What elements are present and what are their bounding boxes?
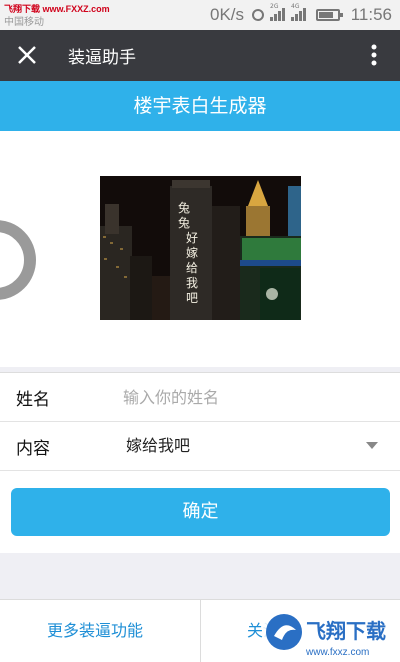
tower-text-char: 兔	[178, 215, 190, 230]
signal-tag: 2G	[270, 3, 279, 10]
tower-text-char: 给	[186, 261, 198, 275]
signal-tag: 4G	[291, 3, 300, 10]
more-menu-button[interactable]	[362, 38, 386, 72]
more-vertical-icon	[371, 44, 377, 66]
confirm-button[interactable]: 确定	[11, 488, 390, 536]
status-bar: 飞翔下载 www.FXXZ.com 中国移动 0K/s 2G 4G 11:56	[0, 0, 400, 30]
page-banner: 楼宇表白生成器	[0, 81, 400, 131]
content-row[interactable]: 内容 嫁给我吧	[0, 422, 400, 471]
tower-text-char: 我	[186, 276, 198, 290]
close-icon	[18, 46, 36, 64]
building-confession-preview-image: 兔兔好嫁给我吧	[100, 176, 301, 320]
alarm-icon	[252, 9, 264, 21]
close-button[interactable]	[10, 38, 44, 72]
tower-text-char: 兔	[178, 200, 190, 215]
watermark-logo-text: 飞翔下载	[306, 619, 386, 643]
tower-text-char: 嫁	[186, 245, 198, 260]
name-label: 姓名	[16, 390, 50, 410]
network-speed: 0K/s	[210, 5, 245, 24]
clock: 11:56	[350, 5, 392, 24]
confession-form: 姓名 内容 嫁给我吧 确定	[0, 372, 400, 553]
carrier-name: 中国移动	[4, 17, 44, 28]
status-icons: 2G 4G	[252, 3, 343, 21]
banner-title: 楼宇表白生成器	[133, 95, 267, 117]
site-watermark-logo: 飞翔下载 www.fxxz.com	[264, 608, 400, 661]
content-select[interactable]: 嫁给我吧	[126, 431, 366, 461]
tower-text-char: 吧	[186, 291, 198, 305]
signal-icon: 2G	[270, 3, 285, 21]
divider	[200, 600, 201, 662]
name-input[interactable]	[123, 382, 363, 412]
tower-text-char: 好	[186, 231, 198, 245]
content-label: 内容	[16, 439, 50, 459]
preview-area: 兔兔好嫁给我吧	[0, 131, 400, 367]
signal-icon: 4G	[291, 3, 306, 21]
app-title: 装逼助手	[68, 48, 136, 68]
side-ring-decoration	[0, 220, 36, 300]
watermark-logo-url: www.fxxz.com	[305, 647, 369, 658]
more-features-link[interactable]: 更多装逼功能	[47, 600, 143, 662]
chevron-down-icon	[366, 442, 378, 449]
app-bar: 装逼助手	[0, 30, 400, 81]
battery-icon	[316, 9, 343, 21]
name-row: 姓名	[0, 373, 400, 422]
